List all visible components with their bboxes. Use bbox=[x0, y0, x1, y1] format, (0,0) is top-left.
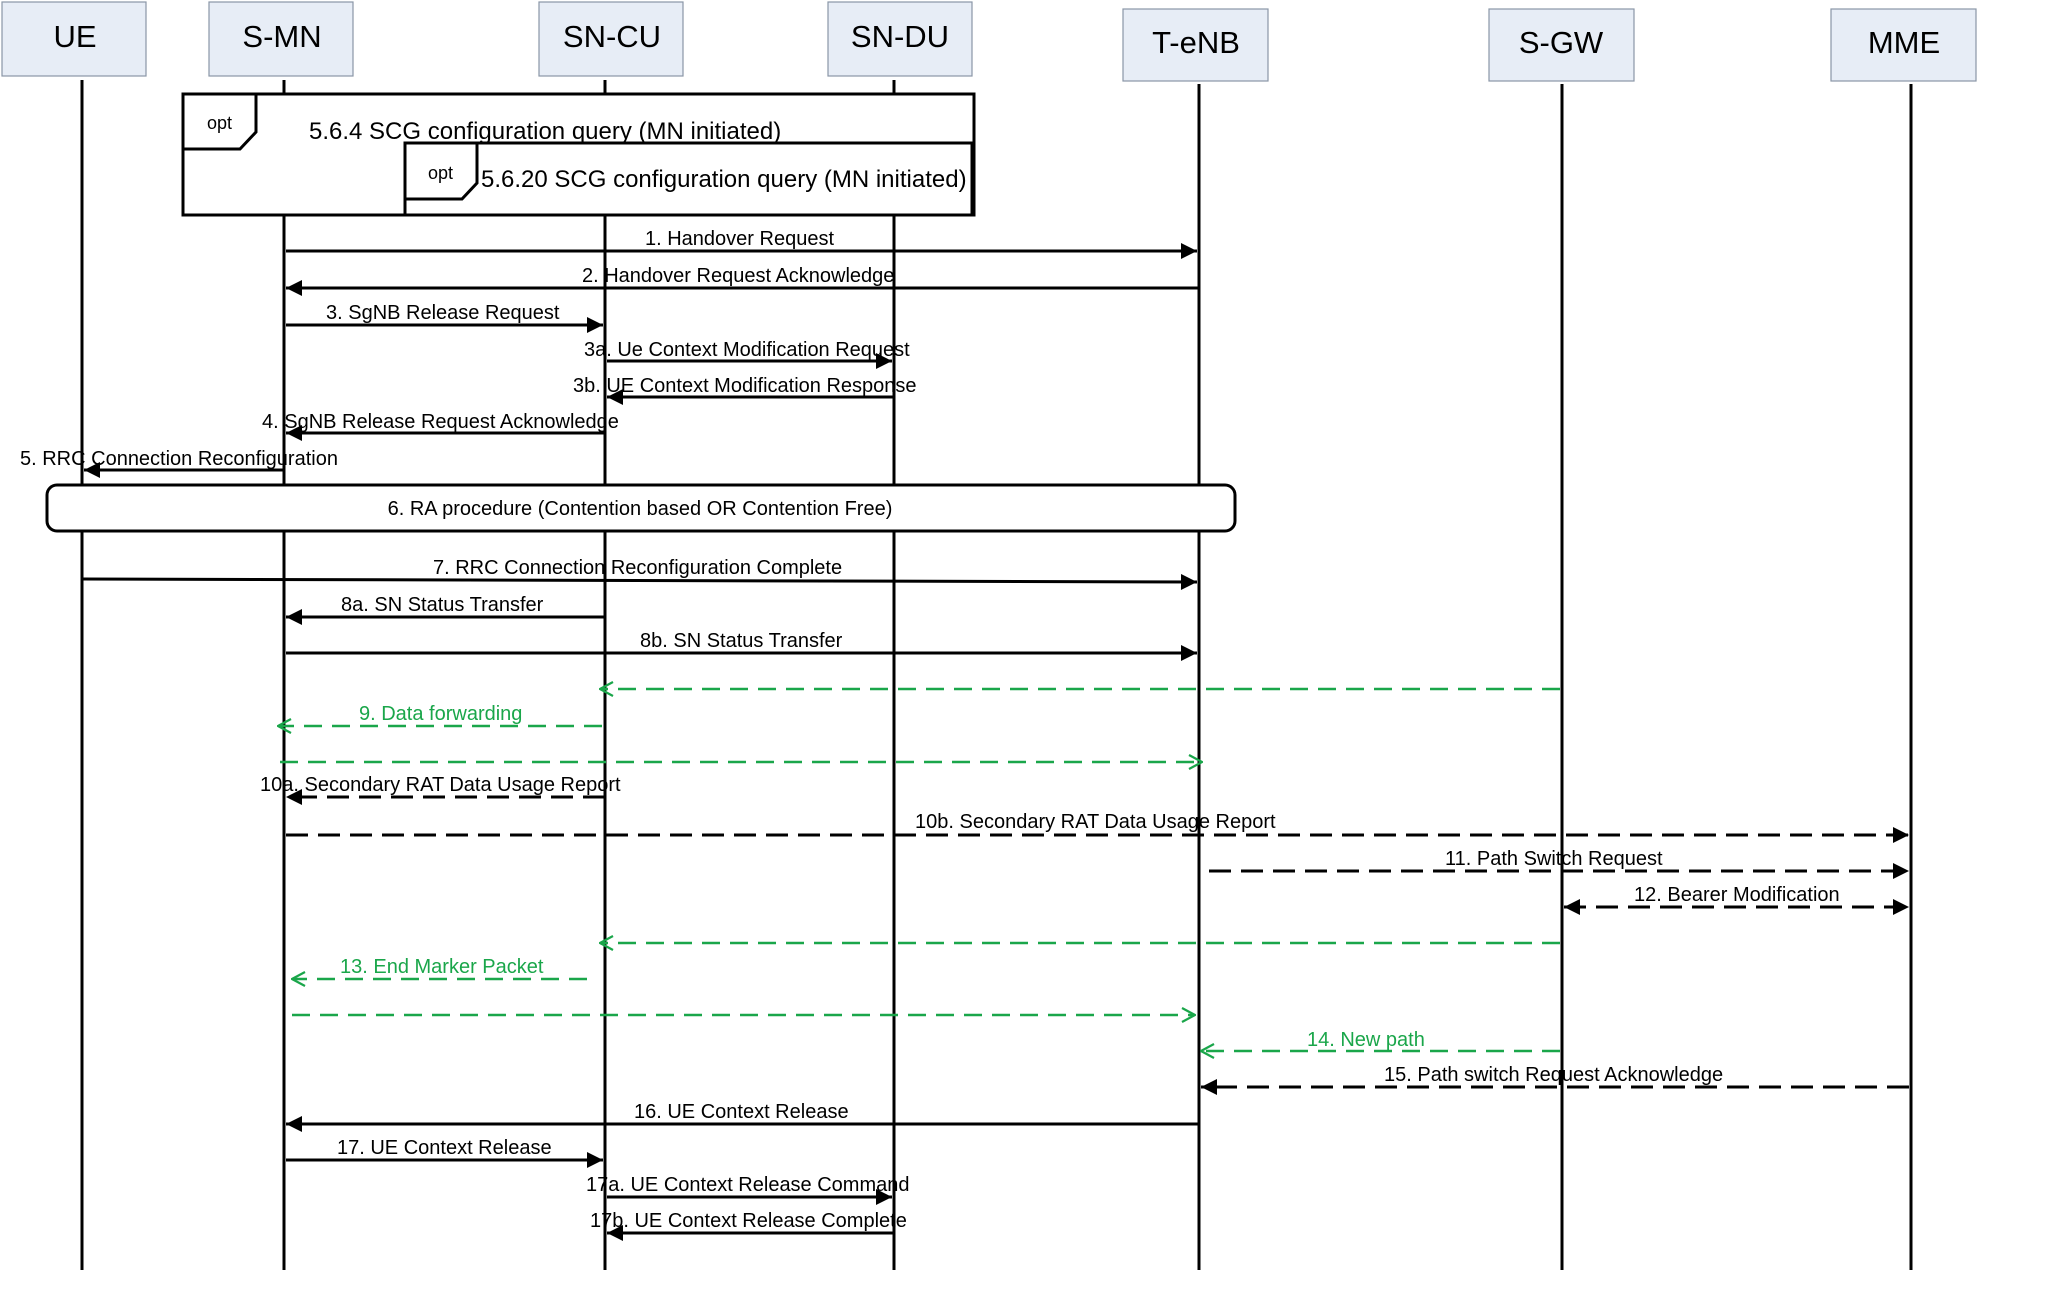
actor-sncu: SN-CU bbox=[538, 1, 684, 77]
opt-tag-outer-label: opt bbox=[207, 113, 232, 133]
actor-sncu-label: SN-CU bbox=[563, 19, 661, 54]
message-4: 4. SgNB Release Request Acknowledge bbox=[262, 411, 619, 441]
actor-smn-label: S-MN bbox=[242, 19, 321, 54]
message-17-label: 17. UE Context Release bbox=[337, 1137, 552, 1159]
message-16-label: 16. UE Context Release bbox=[634, 1101, 849, 1123]
message-7: 7. RRC Connection Reconfiguration Comple… bbox=[81, 557, 1198, 590]
message-8b-label: 8b. SN Status Transfer bbox=[640, 630, 843, 652]
ra-procedure-label: 6. RA procedure (Contention based OR Con… bbox=[388, 498, 893, 520]
opt-frame-outer-title: 5.6.4 SCG configuration query (MN initia… bbox=[309, 118, 781, 145]
actor-ue-label: UE bbox=[53, 19, 96, 54]
message-9: 9. Data forwarding bbox=[278, 689, 1560, 762]
message-15-label: 15. Path switch Request Acknowledge bbox=[1384, 1064, 1723, 1086]
message-10b: 10b. Secondary RAT Data Usage Report bbox=[286, 811, 1909, 843]
actor-sndu-label: SN-DU bbox=[851, 19, 949, 54]
message-17a: 17a. UE Context Release Command bbox=[586, 1174, 910, 1205]
message-12: 12. Bearer Modification bbox=[1564, 884, 1909, 915]
message-3-label: 3. SgNB Release Request bbox=[326, 302, 560, 324]
message-10a-label: 10a. Secondary RAT Data Usage Report bbox=[260, 774, 621, 796]
message-11: 11. Path Switch Request bbox=[1209, 848, 1909, 879]
opt-frame-inner: opt 5.6.20 SCG configuration query (MN i… bbox=[403, 141, 974, 217]
message-16: 16. UE Context Release bbox=[286, 1101, 1199, 1132]
actor-smn: S-MN bbox=[208, 1, 354, 77]
message-17b-label: 17b. UE Context Release Complete bbox=[590, 1210, 907, 1232]
actor-sgw-label: S-GW bbox=[1519, 25, 1604, 60]
message-3a-label: 3a. Ue Context Modification Request bbox=[584, 339, 910, 361]
message-7-arrow bbox=[81, 573, 1198, 590]
message-4-label: 4. SgNB Release Request Acknowledge bbox=[262, 411, 619, 433]
message-8b: 8b. SN Status Transfer bbox=[286, 630, 1197, 661]
message-2-label: 2. Handover Request Acknowledge bbox=[582, 265, 894, 287]
ra-procedure-box: 6. RA procedure (Contention based OR Con… bbox=[45, 483, 1237, 533]
message-8a: 8a. SN Status Transfer bbox=[286, 594, 605, 625]
actor-ue: UE bbox=[1, 1, 147, 77]
message-10a: 10a. Secondary RAT Data Usage Report bbox=[260, 774, 621, 805]
actor-mme-label: MME bbox=[1868, 25, 1940, 60]
message-10b-label: 10b. Secondary RAT Data Usage Report bbox=[915, 811, 1276, 833]
message-9-label: 9. Data forwarding bbox=[359, 703, 522, 725]
message-14-label: 14. New path bbox=[1307, 1029, 1425, 1051]
message-8a-label: 8a. SN Status Transfer bbox=[341, 594, 544, 616]
message-17: 17. UE Context Release bbox=[286, 1137, 603, 1168]
message-12-label: 12. Bearer Modification bbox=[1634, 884, 1840, 906]
actor-tenb: T-eNB bbox=[1122, 8, 1269, 82]
message-3b-label: 3b. UE Context Modification Response bbox=[573, 375, 917, 397]
sequence-diagram: UE S-MN SN-CU SN-DU T-eNB S-GW MME opt 5… bbox=[1, 1, 1977, 1270]
message-3b: 3b. UE Context Modification Response bbox=[573, 375, 917, 405]
message-17b: 17b. UE Context Release Complete bbox=[590, 1210, 907, 1241]
message-13-label: 13. End Marker Packet bbox=[340, 956, 544, 978]
message-7-label: 7. RRC Connection Reconfiguration Comple… bbox=[433, 557, 842, 579]
message-5: 5. RRC Connection Reconfiguration bbox=[20, 448, 338, 478]
message-1-label: 1. Handover Request bbox=[645, 228, 834, 250]
actor-sndu: SN-DU bbox=[827, 1, 973, 77]
message-13: 13. End Marker Packet bbox=[292, 943, 1560, 1015]
message-17a-label: 17a. UE Context Release Command bbox=[586, 1174, 910, 1196]
message-11-label: 11. Path Switch Request bbox=[1445, 848, 1663, 870]
message-14: 14. New path bbox=[1201, 1029, 1560, 1051]
message-2: 2. Handover Request Acknowledge bbox=[286, 265, 1199, 296]
message-3: 3. SgNB Release Request bbox=[286, 302, 603, 333]
message-5-label: 5. RRC Connection Reconfiguration bbox=[20, 448, 338, 470]
actor-tenb-label: T-eNB bbox=[1152, 25, 1240, 60]
opt-tag-inner-label: opt bbox=[428, 163, 453, 183]
actor-sgw: S-GW bbox=[1488, 8, 1635, 82]
message-3a: 3a. Ue Context Modification Request bbox=[584, 339, 910, 369]
opt-frame-inner-title: 5.6.20 SCG configuration query (MN initi… bbox=[481, 166, 967, 193]
message-15: 15. Path switch Request Acknowledge bbox=[1201, 1064, 1909, 1095]
message-1: 1. Handover Request bbox=[286, 228, 1197, 259]
actor-mme: MME bbox=[1830, 8, 1977, 82]
